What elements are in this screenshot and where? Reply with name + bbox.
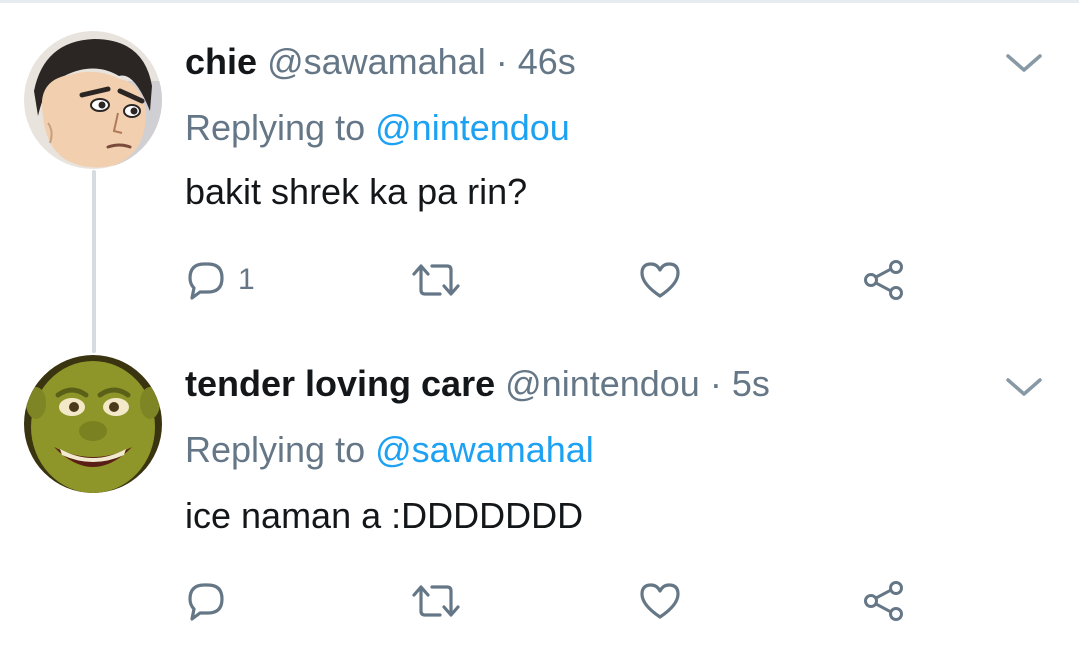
reply-button[interactable] xyxy=(186,579,238,623)
more-options-button[interactable] xyxy=(1004,48,1044,78)
anime-character-avatar-icon xyxy=(24,31,162,169)
replying-to-label: Replying to xyxy=(185,107,366,148)
more-options-button[interactable] xyxy=(1004,372,1044,402)
heart-icon xyxy=(640,583,680,619)
replying-to-mention[interactable]: @nintendou xyxy=(375,107,570,148)
timestamp[interactable]: 46s xyxy=(518,41,576,82)
display-name[interactable]: chie xyxy=(185,41,257,82)
timestamp[interactable]: 5s xyxy=(732,363,770,404)
like-button[interactable] xyxy=(638,579,682,623)
avatar[interactable] xyxy=(24,31,162,169)
tweet-header: chie @sawamahal · 46s xyxy=(185,40,576,84)
user-handle[interactable]: @nintendou xyxy=(505,363,700,404)
replying-to-mention[interactable]: @sawamahal xyxy=(375,429,594,470)
separator-dot: · xyxy=(709,363,722,404)
retweet-button[interactable] xyxy=(410,258,462,302)
separator-dot: · xyxy=(495,41,508,82)
tweet[interactable]: chie @sawamahal · 46s Replying to @ninte… xyxy=(0,0,1079,340)
avatar[interactable] xyxy=(24,355,162,493)
share-icon xyxy=(864,581,903,621)
chevron-down-icon xyxy=(1006,54,1042,72)
retweet-button[interactable] xyxy=(410,579,462,623)
reply-button[interactable]: 1 xyxy=(186,258,255,302)
shrek-face-avatar-icon xyxy=(24,355,162,493)
reply-bubble-icon xyxy=(188,583,224,621)
reply-count: 1 xyxy=(238,263,255,296)
display-name[interactable]: tender loving care xyxy=(185,363,495,404)
replying-to-label: Replying to xyxy=(185,429,366,470)
share-button[interactable] xyxy=(862,258,906,302)
replying-to: Replying to @sawamahal xyxy=(185,428,594,472)
tweet-header: tender loving care @nintendou · 5s xyxy=(185,362,770,406)
user-handle[interactable]: @sawamahal xyxy=(267,41,486,82)
heart-icon xyxy=(640,262,680,298)
like-button[interactable] xyxy=(638,258,682,302)
share-icon xyxy=(864,260,903,300)
reply-bubble-icon xyxy=(188,262,224,300)
tweet-actions xyxy=(0,579,1079,623)
tweet[interactable]: tender loving care @nintendou · 5s Reply… xyxy=(0,322,1079,646)
share-button[interactable] xyxy=(862,579,906,623)
chevron-down-icon xyxy=(1006,378,1042,396)
tweet-text: ice naman a :DDDDDDD xyxy=(185,495,584,536)
retweet-icon xyxy=(412,585,460,617)
retweet-icon xyxy=(412,264,460,296)
tweet-actions: 1 xyxy=(0,258,1079,302)
replying-to: Replying to @nintendou xyxy=(185,106,570,150)
tweet-text: bakit shrek ka pa rin? xyxy=(185,171,528,212)
